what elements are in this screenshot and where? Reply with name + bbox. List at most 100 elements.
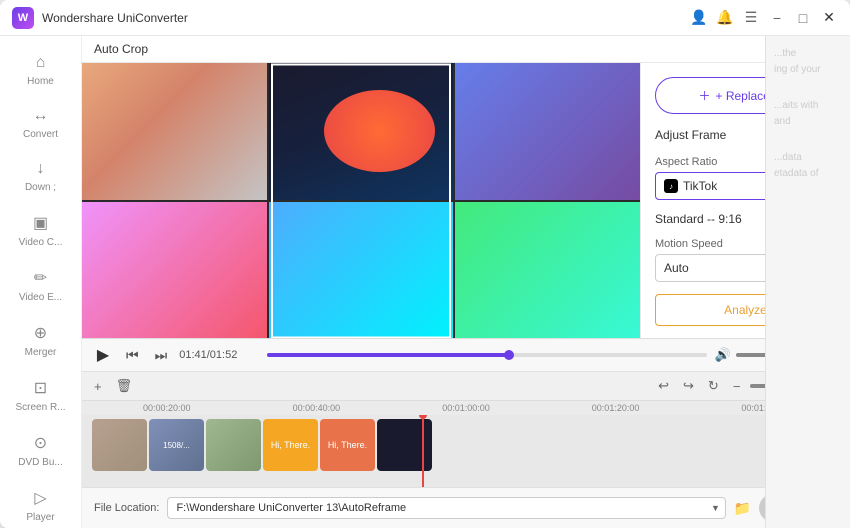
bg-line-6: etadata of	[774, 166, 842, 182]
bg-line-2: ing of your	[774, 62, 842, 78]
ruler-mark-3: 00:01:00:00	[391, 403, 541, 413]
bg-line-1: ...the	[774, 46, 842, 62]
close-button[interactable]: ✕	[820, 9, 838, 27]
sidebar-label-video-edit: Video E...	[19, 292, 62, 303]
video-canvas	[82, 63, 640, 338]
next-frame-button[interactable]: ⏭	[151, 345, 172, 366]
video-thumb-2	[269, 63, 454, 200]
player-icon: ▷	[34, 488, 46, 508]
ruler-mark-1: 00:00:20:00	[92, 403, 242, 413]
autocrop-panel: Auto Crop Feedback	[82, 36, 850, 528]
bg-line-5: ...data	[774, 150, 842, 166]
file-path-dropdown[interactable]: F:\Wondershare UniConverter 13\AutoRefra…	[167, 497, 725, 519]
app-body: ⌂ Home ↔ Convert ↓ Down ; ▣ Video C... ✏…	[0, 36, 850, 528]
folder-browse-button[interactable]: 📁	[734, 500, 751, 517]
sidebar-label-screen-rec: Screen R...	[15, 402, 65, 413]
motion-speed-value: Auto	[664, 261, 689, 275]
ruler-mark-4: 00:01:20:00	[541, 403, 691, 413]
timeline-add-button[interactable]: +	[90, 377, 106, 396]
player-area: ▶ ⏮ ⏭ 01:41/01:52 🔊	[82, 338, 850, 487]
title-bar: W Wondershare UniConverter 👤 🔔 ☰ − □ ✕	[0, 0, 850, 36]
replace-file-plus-icon: ＋	[698, 87, 710, 104]
sidebar-item-merger[interactable]: ⊕ Merger	[0, 313, 81, 368]
window-controls: 👤 🔔 ☰ − □ ✕	[690, 9, 838, 27]
video-preview	[82, 63, 640, 338]
clip-4[interactable]: Hi, There.	[263, 419, 318, 471]
sidebar-label-player: Player	[26, 512, 54, 523]
maximize-button[interactable]: □	[794, 9, 812, 27]
undo-button[interactable]: ↩	[654, 376, 673, 396]
user-icon[interactable]: 👤	[690, 9, 708, 27]
sidebar-item-home[interactable]: ⌂ Home	[0, 44, 81, 97]
convert-icon: ↔	[33, 107, 49, 125]
bg-panel: ...the ing of your ...aits with and ...d…	[765, 36, 850, 528]
aspect-ratio-value: TikTok	[683, 179, 717, 193]
dvd-icon: ⊙	[34, 433, 47, 453]
adjust-frame-label: Adjust Frame	[655, 128, 726, 142]
autocrop-header: Auto Crop	[82, 36, 850, 63]
sidebar-label-merger: Merger	[25, 347, 57, 358]
sidebar-item-convert[interactable]: ↔ Convert	[0, 97, 81, 150]
clip-2[interactable]: 1508/...	[149, 419, 204, 471]
player-controls: ▶ ⏮ ⏭ 01:41/01:52 🔊	[82, 339, 850, 372]
sidebar-label-convert: Convert	[23, 129, 58, 140]
video-compress-icon: ▣	[33, 213, 48, 233]
loop-button[interactable]: ↻	[704, 376, 723, 396]
sidebar-item-video-edit[interactable]: ✏ Video E...	[0, 258, 81, 313]
timeline-tools: + 🗑 ↩ ↪ ↻ − +	[82, 372, 850, 401]
main-track: 1508/... Hi, There. Hi, There.	[82, 415, 850, 475]
clip-5[interactable]: Hi, There.	[320, 419, 375, 471]
progress-bar[interactable]	[267, 353, 707, 357]
sidebar-item-screen-rec[interactable]: ⊡ Screen R...	[0, 368, 81, 423]
sidebar-item-player[interactable]: ▷ Player	[0, 478, 81, 528]
time-display: 01:41/01:52	[179, 349, 259, 361]
app-logo: W	[12, 7, 34, 29]
minimize-button[interactable]: −	[768, 9, 786, 27]
app-title: Wondershare UniConverter	[42, 11, 690, 25]
video-thumb-6	[455, 202, 640, 339]
bg-line-4: and	[774, 114, 842, 130]
sidebar-label-home: Home	[27, 76, 54, 87]
download-icon: ↓	[37, 160, 45, 178]
clip-1[interactable]	[92, 419, 147, 471]
sidebar: ⌂ Home ↔ Convert ↓ Down ; ▣ Video C... ✏…	[0, 36, 82, 528]
sidebar-label-download: Down ;	[25, 182, 56, 193]
file-location-label: File Location:	[94, 502, 159, 514]
sidebar-item-dvd[interactable]: ⊙ DVD Bu...	[0, 423, 81, 478]
tiktok-platform-icon: ♪	[664, 179, 678, 193]
video-thumb-5	[269, 202, 454, 339]
play-button[interactable]: ▶	[92, 344, 114, 366]
clip-2-label: 1508/...	[163, 441, 190, 450]
zoom-out-button[interactable]: −	[729, 377, 745, 396]
sidebar-label-dvd: DVD Bu...	[18, 457, 62, 468]
logo-letter: W	[18, 12, 28, 24]
bg-line-3: ...aits with	[774, 98, 842, 114]
bottom-bar: File Location: F:\Wondershare UniConvert…	[82, 487, 850, 528]
ruler-mark-2: 00:00:40:00	[242, 403, 392, 413]
video-edit-icon: ✏	[34, 268, 47, 288]
redo-button[interactable]: ↪	[679, 376, 698, 396]
home-icon: ⌂	[36, 54, 46, 72]
timeline-ruler: 00:00:20:00 00:00:40:00 00:01:00:00 00:0…	[82, 401, 850, 415]
menu-icon[interactable]: ☰	[742, 9, 760, 27]
main-content: Auto Crop Feedback	[82, 36, 850, 528]
prev-frame-button[interactable]: ⏮	[122, 345, 143, 366]
sidebar-label-video-compress: Video C...	[19, 237, 63, 248]
file-path-container: F:\Wondershare UniConverter 13\AutoRefra…	[167, 497, 725, 519]
editor-area: ＋ + Replace File Adjust Frame Aspect Rat…	[82, 63, 850, 338]
video-thumb-4	[82, 202, 267, 339]
clip-3[interactable]	[206, 419, 261, 471]
ratio-value-text: Standard -- 9:16	[655, 212, 742, 226]
timeline-delete-button[interactable]: 🗑	[112, 376, 137, 396]
autocrop-title: Auto Crop	[94, 42, 148, 56]
bell-icon[interactable]: 🔔	[716, 9, 734, 27]
sidebar-item-download[interactable]: ↓ Down ;	[0, 150, 81, 203]
video-thumb-1	[82, 63, 267, 200]
main-window: W Wondershare UniConverter 👤 🔔 ☰ − □ ✕ ⌂…	[0, 0, 850, 528]
progress-fill	[267, 353, 509, 357]
merger-icon: ⊕	[34, 323, 47, 343]
timeline-tracks: 1508/... Hi, There. Hi, There.	[82, 415, 850, 487]
screen-rec-icon: ⊡	[34, 378, 47, 398]
sidebar-item-video-compress[interactable]: ▣ Video C...	[0, 203, 81, 258]
bg-text-content: ...the ing of your ...aits with and ...d…	[774, 46, 842, 182]
